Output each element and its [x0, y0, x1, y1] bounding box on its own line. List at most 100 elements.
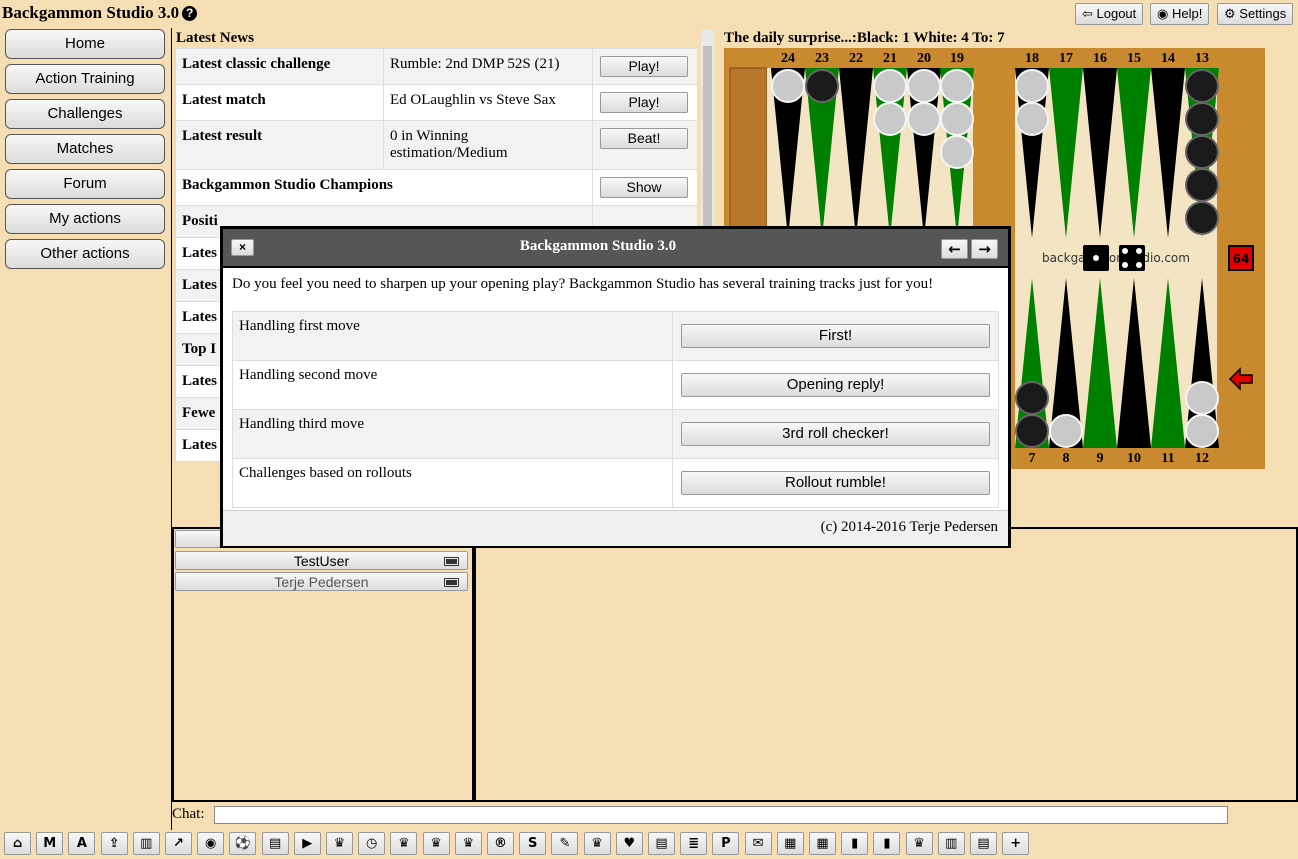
m-icon-button[interactable]: M — [36, 832, 64, 855]
soccer-ball-icon-button[interactable]: ⚽ — [229, 832, 257, 855]
battery-icon — [444, 578, 459, 587]
film-icon-button[interactable]: ▦ — [776, 832, 804, 855]
daily-surprise-title: The daily surprise...:Black: 1 White: 4 … — [724, 30, 1005, 46]
white-checker[interactable] — [940, 135, 974, 169]
white-checker[interactable] — [771, 69, 805, 103]
bar-chart-icon-2-button[interactable]: ▥ — [937, 832, 965, 855]
news-action-cell: Show — [592, 169, 698, 206]
s-icon: S — [528, 836, 538, 851]
training-track-button[interactable]: 3rd roll checker! — [681, 422, 990, 446]
nav-other-actions-button[interactable]: Other actions — [5, 239, 165, 269]
eye-icon: ◉ — [205, 836, 217, 851]
die-pip — [1136, 262, 1142, 268]
archive-icon-3-button[interactable]: ▤ — [970, 832, 997, 855]
training-track-button[interactable]: Opening reply! — [681, 373, 990, 397]
plus-icon-button[interactable]: + — [1002, 832, 1030, 855]
nav-action-training-button[interactable]: Action Training — [5, 64, 165, 94]
point-number: 16 — [1093, 51, 1107, 66]
nav-challenges-button[interactable]: Challenges — [5, 99, 165, 129]
trophy-icon-button[interactable]: ♛ — [326, 832, 353, 855]
trophy-icon-6-button[interactable]: ♛ — [905, 832, 933, 855]
training-track-action: 3rd roll checker! — [672, 409, 999, 459]
comments-icon-button[interactable]: ✉ — [744, 832, 772, 855]
black-checker[interactable] — [1015, 414, 1049, 448]
black-checker[interactable] — [1015, 381, 1049, 415]
bookmark-icon-2-button[interactable]: ▮ — [873, 832, 901, 855]
home-icon-button[interactable]: ⌂ — [4, 832, 31, 855]
a-icon-button[interactable]: A — [68, 832, 96, 855]
die-pip — [1122, 248, 1128, 254]
white-checker[interactable] — [940, 102, 974, 136]
news-play-button[interactable]: Play! — [600, 92, 688, 113]
archive-icon-2-button[interactable]: ▤ — [648, 832, 675, 855]
upload-icon: ⇪ — [108, 836, 120, 851]
training-track-button[interactable]: First! — [681, 324, 990, 348]
black-checker[interactable] — [1185, 135, 1219, 169]
black-checker[interactable] — [1185, 168, 1219, 202]
white-checker[interactable] — [873, 69, 907, 103]
edit-icon-button[interactable]: ✎ — [551, 832, 579, 855]
point-number: 22 — [849, 51, 863, 66]
black-checker[interactable] — [1185, 69, 1219, 103]
arrow-left-icon: ← — [948, 240, 961, 258]
user-row[interactable]: Terje Pedersen — [175, 572, 468, 591]
white-checker[interactable] — [873, 102, 907, 136]
archive-icon-3: ▤ — [977, 836, 990, 851]
trophy-icon-5-button[interactable]: ♛ — [583, 832, 611, 855]
dialog-prev-button[interactable]: ← — [941, 239, 968, 259]
dialog-next-button[interactable]: → — [971, 239, 998, 259]
registered-icon-button[interactable]: ® — [487, 832, 514, 855]
black-checker[interactable] — [805, 69, 839, 103]
trophy-icon-2-button[interactable]: ♛ — [390, 832, 418, 855]
latest-news-title: Latest News — [176, 30, 254, 46]
help-button[interactable]: ◉ Help! — [1150, 3, 1210, 25]
black-checker[interactable] — [1185, 102, 1219, 136]
news-scrollbar-thumb[interactable] — [703, 46, 712, 236]
upload-icon-button[interactable]: ⇪ — [100, 832, 128, 855]
play-icon-button[interactable]: ▶ — [293, 832, 321, 855]
news-play-button[interactable]: Play! — [600, 56, 688, 77]
white-checker[interactable] — [1015, 102, 1049, 136]
news-show-button[interactable]: Show — [600, 177, 688, 198]
nav-home-button[interactable]: Home — [5, 29, 165, 59]
white-checker[interactable] — [907, 102, 941, 136]
white-checker[interactable] — [940, 69, 974, 103]
trophy-icon-3-button[interactable]: ♛ — [422, 832, 450, 855]
heart-icon: ♥ — [623, 836, 636, 851]
heart-icon-button[interactable]: ♥ — [615, 832, 643, 855]
nav-my-actions-button[interactable]: My actions — [5, 204, 165, 234]
point-number: 17 — [1059, 51, 1073, 66]
white-checker[interactable] — [1015, 69, 1049, 103]
bookmark-icon-button[interactable]: ▮ — [841, 832, 869, 855]
news-beat-button[interactable]: Beat! — [600, 128, 688, 149]
table-icon-button[interactable]: ▦ — [809, 832, 836, 855]
question-circle-icon[interactable]: ? — [182, 6, 198, 21]
line-chart-icon: ↗ — [173, 836, 184, 851]
training-tracks-table: Handling first move First! Handling second… — [232, 311, 999, 508]
white-checker[interactable] — [1049, 414, 1083, 448]
settings-button[interactable]: ⚙ Settings — [1217, 3, 1294, 25]
news-action-cell: Play! — [592, 84, 698, 121]
training-track-button[interactable]: Rollout rumble! — [681, 471, 990, 495]
white-checker[interactable] — [1185, 414, 1219, 448]
trophy-icon-4-button[interactable]: ♛ — [454, 832, 482, 855]
nav-forum-button[interactable]: Forum — [5, 169, 165, 199]
training-track-action: Opening reply! — [672, 360, 999, 410]
line-chart-icon-button[interactable]: ↗ — [165, 832, 192, 855]
nav-matches-button[interactable]: Matches — [5, 134, 165, 164]
white-checker[interactable] — [1185, 381, 1219, 415]
p-icon-button[interactable]: P — [712, 832, 740, 855]
chat-input[interactable] — [214, 806, 1228, 824]
eye-icon-button[interactable]: ◉ — [197, 832, 225, 855]
training-track-row: Challenges based on rollouts Rollout rumb… — [232, 458, 999, 508]
bar-chart-icon-button[interactable]: ▥ — [132, 832, 160, 855]
white-checker[interactable] — [907, 69, 941, 103]
s-icon-button[interactable]: S — [519, 832, 547, 855]
logout-button[interactable]: ⇦ Logout — [1075, 3, 1144, 25]
database-icon-button[interactable]: ≣ — [680, 832, 708, 855]
user-row[interactable]: TestUser — [175, 551, 468, 570]
bookmark-icon-2: ▮ — [883, 836, 891, 851]
clock-icon-button[interactable]: ◷ — [358, 832, 386, 855]
black-checker[interactable] — [1185, 201, 1219, 235]
archive-icon-button[interactable]: ▤ — [261, 832, 289, 855]
